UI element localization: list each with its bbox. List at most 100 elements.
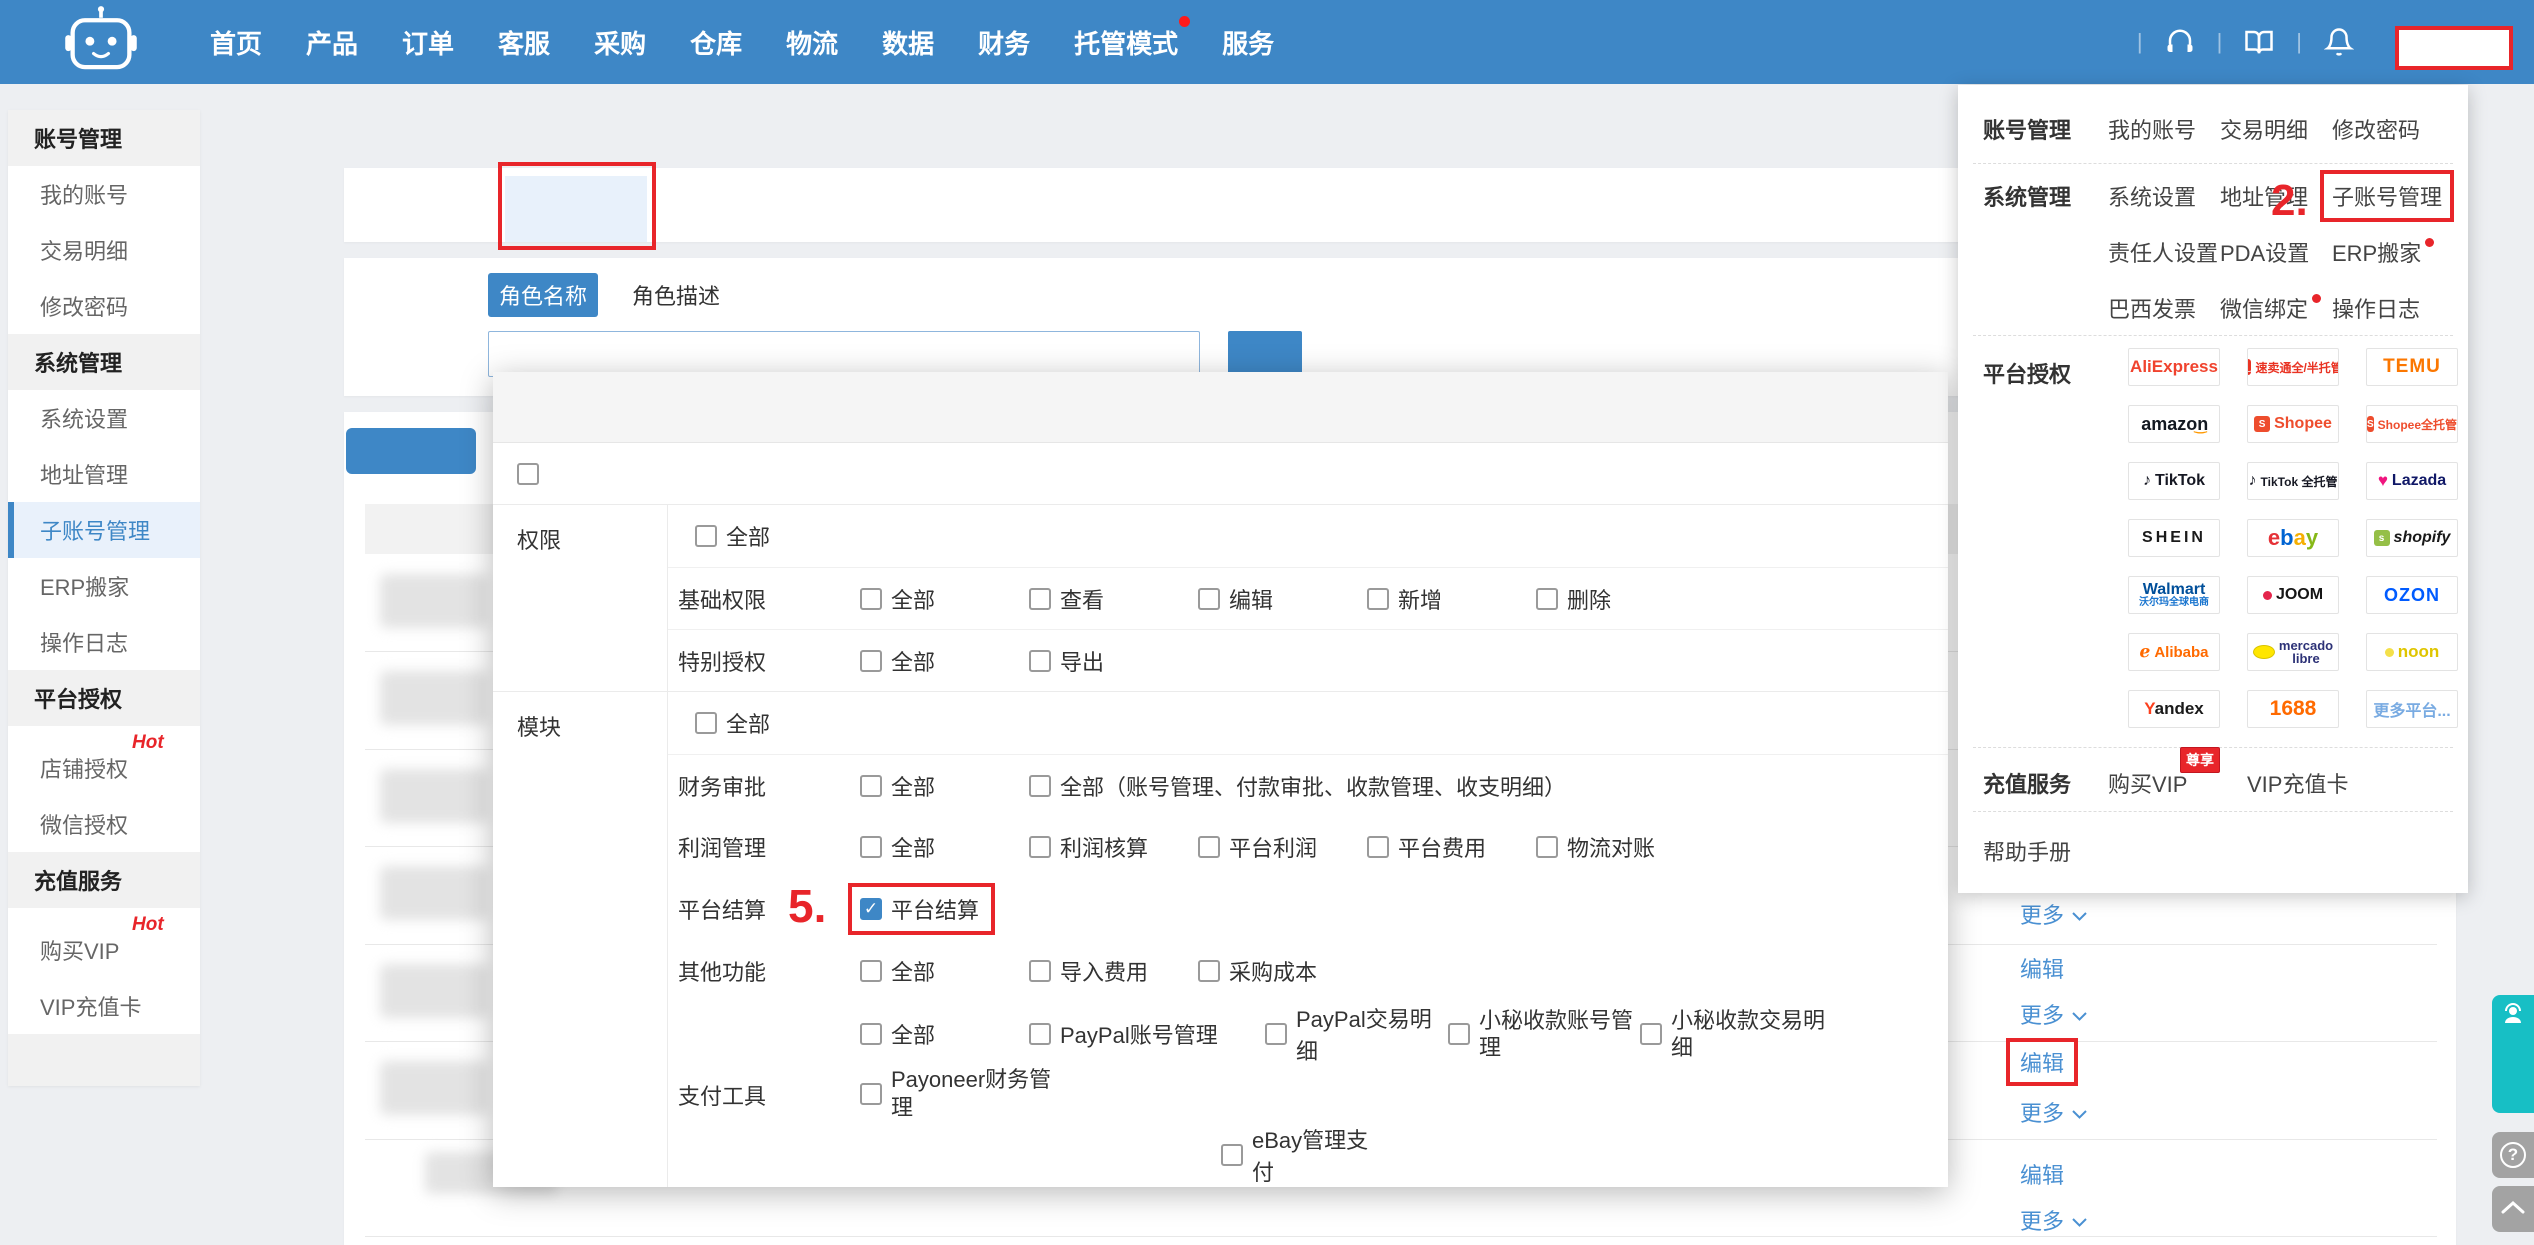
- permission-item-小秘收款交易明细[interactable]: 小秘收款交易明细: [1640, 1007, 1832, 1062]
- sidebar-item-购买VIP[interactable]: 购买VIPHot: [8, 908, 200, 978]
- checkbox-unchecked[interactable]: [1198, 960, 1220, 982]
- menu-item-巴西发票[interactable]: 巴西发票: [2108, 292, 2196, 324]
- permission-item-全部[interactable]: 全部: [695, 707, 864, 739]
- menu-item-ERP搬家[interactable]: ERP搬家: [2332, 236, 2434, 268]
- checkbox-unchecked[interactable]: [1448, 1023, 1470, 1045]
- platform-更多平台...[interactable]: 更多平台...: [2366, 690, 2458, 728]
- nav-item-9[interactable]: 财务: [978, 24, 1030, 61]
- permission-item-eBay管理支付[interactable]: eBay管理支付: [1221, 1123, 1390, 1187]
- platform-TikTok 全托管[interactable]: ♪TikTok 全托管: [2247, 462, 2339, 500]
- checkbox-unchecked[interactable]: [860, 1023, 882, 1045]
- permission-item-全部[interactable]: 全部: [860, 831, 1029, 863]
- platform-Alibaba[interactable]: ℯAlibaba: [2128, 633, 2220, 671]
- platform-Shopee[interactable]: SShopee: [2247, 405, 2339, 443]
- checkbox-unchecked[interactable]: [1198, 836, 1220, 858]
- checkbox-unchecked[interactable]: [1029, 960, 1051, 982]
- platform-Lazada[interactable]: ♥Lazada: [2366, 462, 2458, 500]
- checkbox-unchecked[interactable]: [1536, 588, 1558, 610]
- checkbox-unchecked[interactable]: [860, 960, 882, 982]
- sidebar-item-修改密码[interactable]: 修改密码: [8, 278, 200, 334]
- platform-TikTok[interactable]: ♪TikTok: [2128, 462, 2220, 500]
- search-button[interactable]: [1228, 331, 1302, 377]
- checkbox-unchecked[interactable]: [1367, 836, 1389, 858]
- permission-item-编辑[interactable]: 编辑: [1198, 583, 1367, 615]
- checkbox-unchecked[interactable]: [860, 836, 882, 858]
- headset-icon[interactable]: [2165, 27, 2195, 57]
- brand-logo[interactable]: [64, 5, 152, 80]
- sidebar-item-系统设置[interactable]: 系统设置: [8, 390, 200, 446]
- platform-JOOM[interactable]: JOOM: [2247, 576, 2339, 614]
- nav-item-10[interactable]: 托管模式: [1074, 24, 1178, 61]
- checkbox-unchecked[interactable]: [1367, 588, 1389, 610]
- scroll-top-button[interactable]: [2492, 1186, 2534, 1232]
- menu-item-PDA设置[interactable]: PDA设置: [2220, 236, 2309, 268]
- sidebar-item-VIP充值卡[interactable]: VIP充值卡: [8, 978, 200, 1034]
- nav-item-5[interactable]: 采购: [594, 24, 646, 61]
- permission-item-查看[interactable]: 查看: [1029, 583, 1198, 615]
- checkbox-unchecked[interactable]: [695, 525, 717, 547]
- platform-noon[interactable]: noon: [2366, 633, 2458, 671]
- permission-item-PayPal交易明细[interactable]: PayPal交易明细: [1265, 1002, 1448, 1066]
- menu-item-VIP充值卡[interactable]: VIP充值卡: [2247, 767, 2348, 799]
- customer-service-button[interactable]: [2492, 995, 2534, 1113]
- platform-TEMU[interactable]: TEMU: [2366, 348, 2458, 386]
- platform-Yandex[interactable]: Yandex: [2128, 690, 2220, 728]
- sidebar-item-交易明细[interactable]: 交易明细: [8, 222, 200, 278]
- nav-item-8[interactable]: 数据: [882, 24, 934, 61]
- platform-mercado[interactable]: mercadolibre: [2247, 633, 2339, 671]
- sidebar-item-店铺授权[interactable]: 店铺授权Hot: [8, 726, 200, 796]
- checkbox-unchecked[interactable]: [1198, 588, 1220, 610]
- permission-item-导入费用[interactable]: 导入费用: [1029, 955, 1198, 987]
- checkbox-unchecked[interactable]: [1029, 650, 1051, 672]
- checkbox-unchecked[interactable]: [1029, 775, 1051, 797]
- menu-item-子账号管理[interactable]: 子账号管理: [2332, 180, 2442, 212]
- permission-item-全部[interactable]: 全部: [695, 520, 864, 552]
- permission-item-删除[interactable]: 删除: [1536, 583, 1705, 615]
- more-dropdown-link[interactable]: 更多: [2020, 1096, 2087, 1128]
- nav-item-2[interactable]: 产品: [306, 24, 358, 61]
- permission-item-平台利润[interactable]: 平台利润: [1198, 831, 1367, 863]
- help-button[interactable]: ?: [2492, 1132, 2534, 1178]
- checkbox-unchecked[interactable]: [1029, 836, 1051, 858]
- menu-item-操作日志[interactable]: 操作日志: [2332, 292, 2420, 324]
- search-type-角色描述[interactable]: 角色描述: [632, 273, 720, 317]
- platform-shopify[interactable]: sshopify: [2366, 519, 2458, 557]
- create-role-button[interactable]: [346, 428, 476, 474]
- sidebar-item-ERP搬家[interactable]: ERP搬家: [8, 558, 200, 614]
- more-dropdown-link[interactable]: 更多: [2020, 1204, 2087, 1236]
- menu-item-系统设置[interactable]: 系统设置: [2108, 180, 2196, 212]
- permission-item-平台结算[interactable]: ✓平台结算5.: [848, 883, 995, 935]
- nav-item-1[interactable]: 首页: [210, 24, 262, 61]
- platform-1688[interactable]: 1688: [2247, 690, 2339, 728]
- platform-速卖通全/半托管[interactable]: ‿速卖通全/半托管: [2247, 348, 2339, 386]
- permission-item-采购成本[interactable]: 采购成本: [1198, 955, 1367, 987]
- edit-link[interactable]: 编辑: [2020, 952, 2064, 984]
- checkbox-unchecked[interactable]: [517, 463, 539, 485]
- menu-item-微信绑定[interactable]: 微信绑定: [2220, 292, 2321, 324]
- permission-item-导出[interactable]: 导出: [1029, 645, 1198, 677]
- sidebar-item-操作日志[interactable]: 操作日志: [8, 614, 200, 670]
- tab-role-management[interactable]: [505, 176, 647, 242]
- permission-item-全部[interactable]: 全部: [860, 583, 1029, 615]
- permission-item-利润核算[interactable]: 利润核算: [1029, 831, 1198, 863]
- checkbox-unchecked[interactable]: [1029, 1023, 1051, 1045]
- menu-item-购买VIP[interactable]: 购买VIP: [2108, 767, 2187, 799]
- permission-item-Payoneer财务管理[interactable]: Payoneer财务管理: [860, 1066, 1052, 1121]
- platform-amazon[interactable]: amazon‿: [2128, 405, 2220, 443]
- menu-item-修改密码[interactable]: 修改密码: [2332, 113, 2420, 145]
- menu-help-manual[interactable]: 帮助手册: [1983, 835, 2071, 867]
- checkbox-unchecked[interactable]: [860, 775, 882, 797]
- menu-item-交易明细[interactable]: 交易明细: [2220, 113, 2308, 145]
- sidebar-item-我的账号[interactable]: 我的账号: [8, 166, 200, 222]
- platform-SHEIN[interactable]: SHEIN: [2128, 519, 2220, 557]
- nav-item-7[interactable]: 物流: [786, 24, 838, 61]
- sidebar-item-地址管理[interactable]: 地址管理: [8, 446, 200, 502]
- permission-item-全部[interactable]: 全部: [860, 955, 1029, 987]
- nav-item-3[interactable]: 订单: [402, 24, 454, 61]
- checkbox-unchecked[interactable]: [1029, 588, 1051, 610]
- permission-item-新增[interactable]: 新增: [1367, 583, 1536, 615]
- search-input[interactable]: [488, 331, 1200, 377]
- more-dropdown-link[interactable]: 更多: [2020, 998, 2087, 1030]
- permission-item-全部[interactable]: 全部: [860, 645, 1029, 677]
- edit-link[interactable]: 编辑: [2006, 1038, 2078, 1086]
